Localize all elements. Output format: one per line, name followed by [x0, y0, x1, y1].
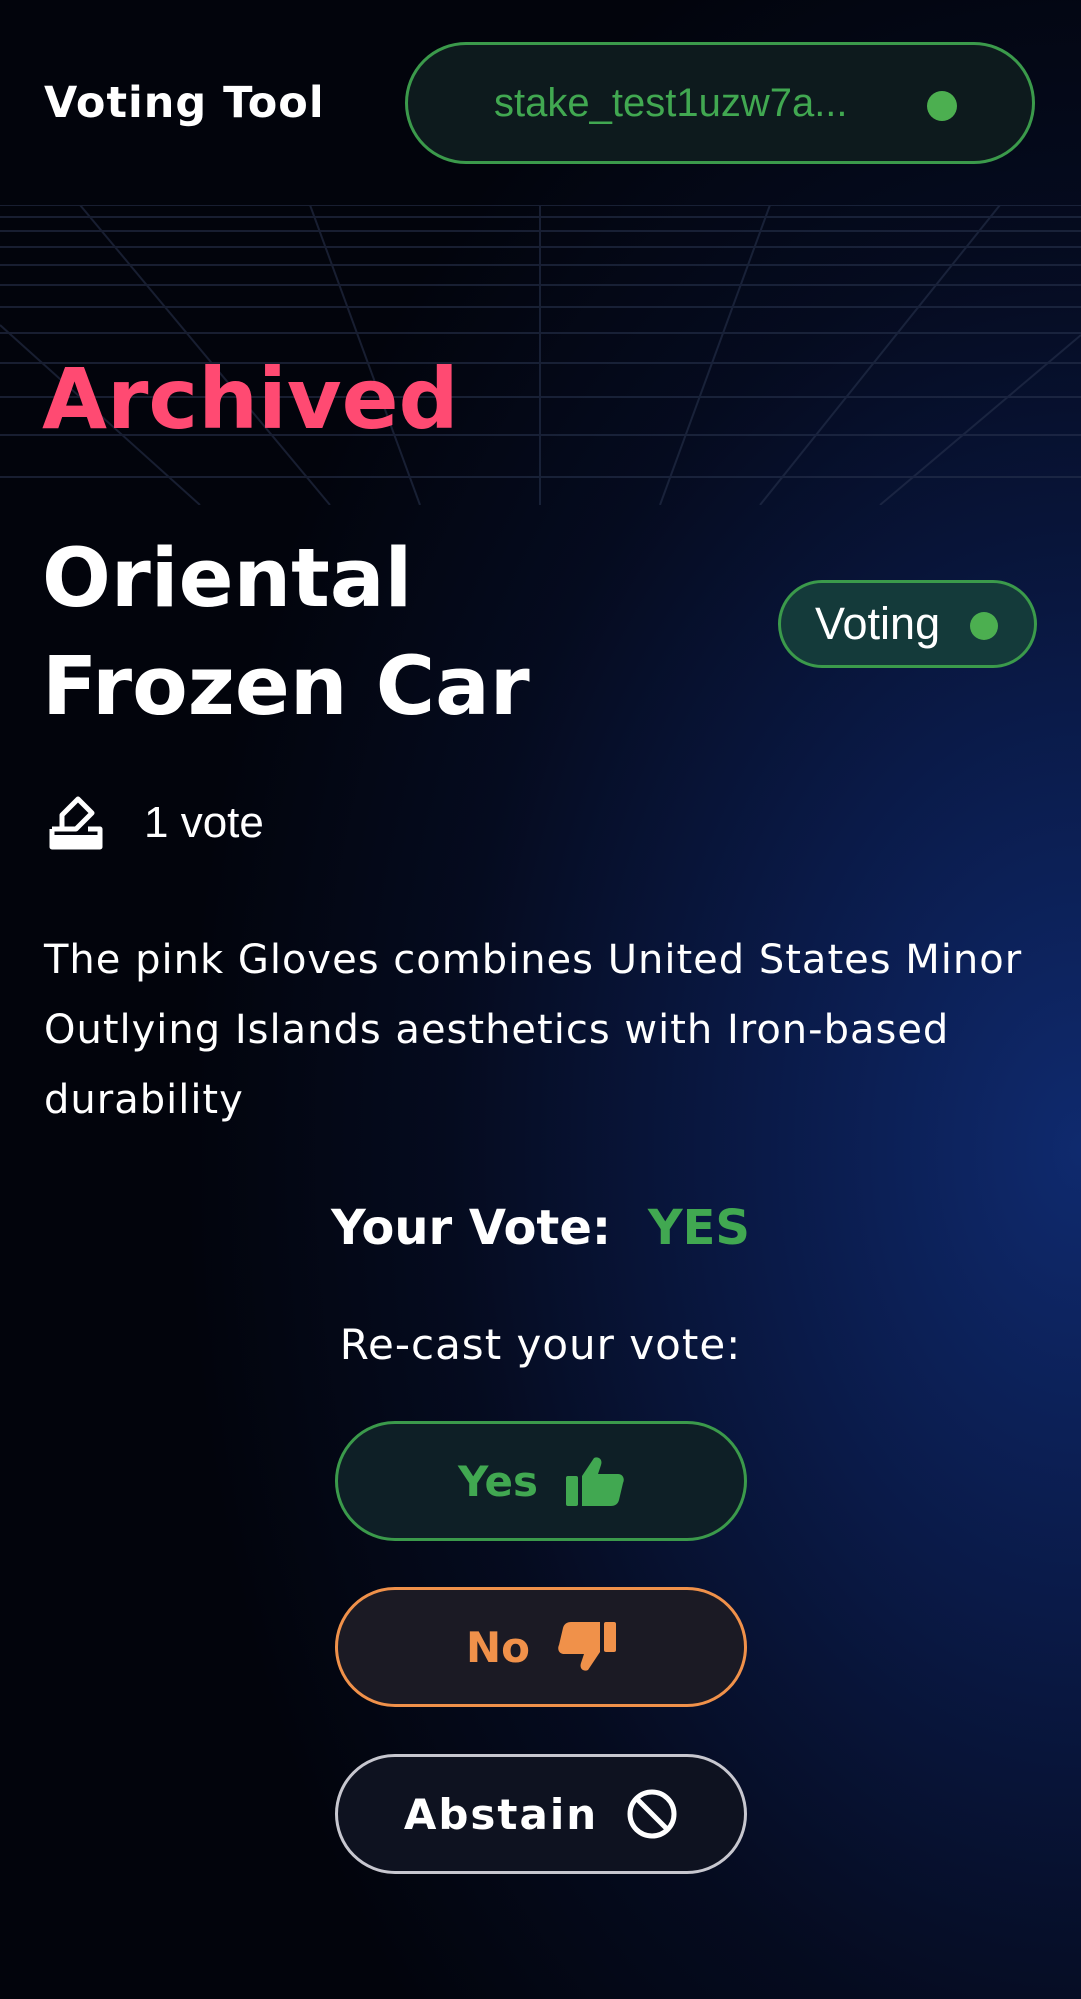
thumbs-down-icon [558, 1622, 616, 1672]
your-vote-label: Your Vote: [331, 1200, 612, 1256]
vote-no-button[interactable]: No [335, 1587, 747, 1707]
wallet-connected-indicator [927, 91, 957, 121]
status-indicator [970, 612, 998, 640]
vote-yes-label: Yes [457, 1456, 539, 1506]
header: Voting Tool stake_test1uzw7a... [0, 0, 1081, 205]
proposal-title: Oriental Frozen Car [42, 532, 530, 734]
vote-count: 1 vote [144, 798, 264, 847]
ban-icon [626, 1788, 678, 1840]
thumbs-up-icon [566, 1456, 624, 1506]
vote-abstain-label: Abstain [403, 1789, 599, 1839]
your-vote: Your Vote: YES [0, 1200, 1081, 1256]
vote-no-label: No [465, 1622, 530, 1672]
proposal-state: Archived [42, 350, 459, 448]
vote-count-row: 1 vote [48, 795, 264, 851]
vote-yes-button[interactable]: Yes [335, 1421, 747, 1541]
wallet-address: stake_test1uzw7a... [494, 80, 848, 125]
proposal-description: The pink Gloves combines United States M… [44, 937, 1023, 1123]
recast-label: Re-cast your vote: [339, 1320, 742, 1369]
status-label: Voting [815, 598, 941, 649]
ballot-box-icon [48, 795, 104, 851]
your-vote-value: YES [647, 1200, 750, 1256]
vote-abstain-button[interactable]: Abstain [335, 1754, 747, 1874]
status-badge: Voting [778, 580, 1037, 668]
app-title: Voting Tool [44, 78, 325, 128]
wallet-address-button[interactable]: stake_test1uzw7a... [405, 42, 1035, 164]
